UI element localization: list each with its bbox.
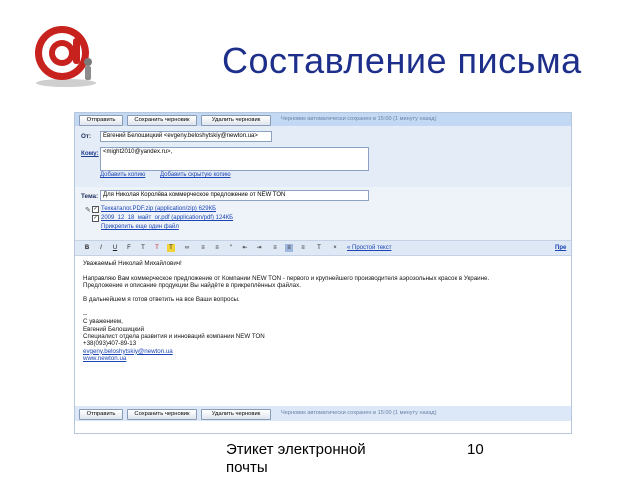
save-draft-button[interactable]: Сохранить черновик (127, 115, 197, 126)
underline-icon[interactable]: U (111, 244, 119, 252)
top-toolbar: Отправить Сохранить черновик Удалить чер… (75, 113, 571, 126)
from-select[interactable]: Евгений Белошицкий <evgeny.beloshytskiy@… (100, 131, 272, 142)
remove-format-icon[interactable]: T (315, 244, 323, 252)
to-label-link[interactable]: Кому: (81, 150, 99, 157)
font-size-icon[interactable]: T (139, 244, 147, 252)
signature-name: Евгений Белошицкий (83, 325, 145, 333)
paperclip-icon: ✎ (85, 207, 91, 214)
subject-label: Тема: (81, 193, 99, 200)
body-line-3: В дальнейшем я готов ответить на все Ваш… (83, 296, 240, 304)
greeting: Уважаемый Николай Михайлович! (83, 260, 182, 267)
align-center-icon[interactable]: ≡ (285, 244, 293, 252)
formatting-toolbar: B I U F T T T ∞ ≡ ≡ “ ⇤ ⇥ ≡ ≡ ≡ T × « Пр… (75, 240, 571, 256)
spellcheck-link[interactable]: Пре (555, 245, 566, 251)
at-sign-logo (26, 20, 106, 90)
outdent-icon[interactable]: ⇤ (241, 244, 249, 252)
signature-phone: +38(093)407-89-13 (83, 340, 137, 348)
numbered-list-icon[interactable]: ≡ (199, 244, 207, 252)
quote-icon[interactable]: “ (227, 244, 235, 252)
from-label: От: (81, 133, 92, 140)
add-copy-link[interactable]: Добавить копию (100, 172, 145, 178)
message-body[interactable]: Уважаемый Николай Михайлович! Направляю … (83, 260, 563, 362)
mail-compose-window: Отправить Сохранить черновик Удалить чер… (74, 112, 572, 434)
text-color-icon[interactable]: T (153, 244, 161, 252)
add-bcc-link[interactable]: Добавить скрытую копию (160, 172, 231, 178)
attachment-checkbox-1[interactable]: ✓ (92, 206, 99, 213)
signature-site-link[interactable]: www.newton.ua (83, 355, 563, 362)
autosave-status: Черновик автоматически сохранен в 15:00 … (281, 116, 437, 122)
send-button-bottom[interactable]: Отправить (79, 409, 123, 420)
highlight-icon[interactable]: T (167, 244, 175, 252)
delete-draft-button-bottom[interactable]: Удалить черновик (201, 409, 271, 420)
attach-more-link[interactable]: Прикрепить еще один файл (101, 224, 179, 230)
align-left-icon[interactable]: ≡ (271, 244, 279, 252)
plain-text-link[interactable]: « Простой текст (347, 245, 391, 251)
align-right-icon[interactable]: ≡ (299, 244, 307, 252)
body-line-1: Направляю Вам коммерческое предложение о… (83, 274, 490, 282)
save-draft-button-bottom[interactable]: Сохранить черновик (127, 409, 197, 420)
delete-draft-button[interactable]: Удалить черновик (201, 115, 271, 126)
slide-title: Составление письма (222, 40, 582, 81)
attachment-checkbox-2[interactable]: ✓ (92, 215, 99, 222)
subject-input[interactable]: Для Николая Королёва коммерческое предло… (100, 190, 369, 201)
footer-line-1: Этикет электронной (226, 441, 366, 458)
attachment-link-1[interactable]: Техкаталог.PDF.zip (application/zip) 629… (101, 206, 216, 212)
link-icon[interactable]: ∞ (183, 244, 191, 252)
signature-title: Специалист отдела развития и инноваций к… (83, 332, 265, 340)
footer-line-2: почты (226, 459, 268, 476)
italic-icon[interactable]: I (97, 244, 105, 252)
signature-regards: С уважением, (83, 318, 123, 326)
send-button[interactable]: Отправить (79, 115, 123, 126)
autosave-status-bottom: Черновик автоматически сохранен в 15:00 … (281, 410, 437, 416)
bulleted-list-icon[interactable]: ≡ (213, 244, 221, 252)
page-number: 10 (467, 441, 484, 458)
signature-email-link[interactable]: evgeny.beloshytskiy@newton.ua (83, 348, 563, 355)
indent-icon[interactable]: ⇥ (255, 244, 263, 252)
signature-separator: -- (83, 311, 88, 319)
to-input[interactable]: <might2010@yandex.ru>, (100, 147, 369, 171)
close-format-icon[interactable]: × (331, 244, 339, 252)
font-icon[interactable]: F (125, 244, 133, 252)
attachment-link-2[interactable]: 2009_12_18_майт_or.pdf (application/pdf)… (101, 215, 233, 221)
bold-icon[interactable]: B (83, 244, 91, 252)
body-line-2: Предложение и описание продукции Вы найд… (83, 281, 301, 289)
slide-footer: Этикет электронной почты (226, 441, 366, 477)
bottom-toolbar: Отправить Сохранить черновик Удалить чер… (75, 406, 571, 421)
